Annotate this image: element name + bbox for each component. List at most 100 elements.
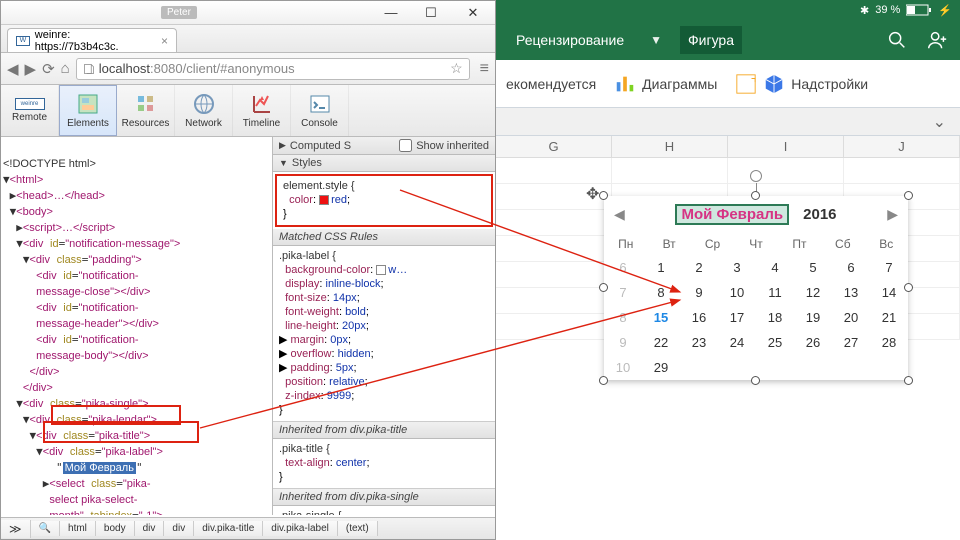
col-header[interactable]: G: [496, 136, 612, 157]
mobile-statusbar: ✱ 39 % ⚡: [496, 0, 960, 20]
resize-handle[interactable]: [751, 376, 760, 385]
search-icon[interactable]: [886, 29, 908, 51]
console-tab[interactable]: Console: [291, 85, 349, 136]
calendar-day[interactable]: 19: [794, 305, 832, 330]
group-addins[interactable]: Надстройки: [735, 73, 868, 95]
calendar-day[interactable]: 4: [756, 255, 794, 280]
crumb-item[interactable]: div: [164, 521, 194, 536]
calendar-day[interactable]: 18: [756, 305, 794, 330]
calendar-day[interactable]: 9: [604, 330, 642, 355]
calendar-day[interactable]: 2: [680, 255, 718, 280]
home-button[interactable]: ⌂: [61, 60, 70, 77]
day-name: Ср: [691, 233, 734, 255]
spreadsheet-grid[interactable]: G H I J ✥ ◀ Мой Февраль: [496, 136, 960, 540]
reload-button[interactable]: ⟳: [42, 60, 55, 78]
calendar-day[interactable]: 12: [794, 280, 832, 305]
breadcrumb[interactable]: ≫ 🔍 html body div div div.pika-title div…: [1, 517, 495, 539]
charging-icon: ⚡: [938, 4, 952, 17]
dom-tree[interactable]: <!DOCTYPE html> ▼<html> ▶<head>…</head> …: [1, 137, 273, 515]
calendar-widget[interactable]: ◀ Мой Февраль 2016 ▶ ПнВтСрЧтПтСбВс 6123…: [604, 196, 908, 380]
chevron-down-icon[interactable]: ▼: [650, 33, 662, 47]
formula-bar[interactable]: ⌄: [496, 108, 960, 136]
next-month-button[interactable]: ▶: [887, 206, 898, 223]
bluetooth-icon: ✱: [860, 4, 869, 17]
calendar-day[interactable]: 5: [794, 255, 832, 280]
calendar-day[interactable]: 27: [832, 330, 870, 355]
timeline-tab[interactable]: Timeline: [233, 85, 291, 136]
year-label[interactable]: 2016: [803, 206, 836, 223]
calendar-day[interactable]: 6: [832, 255, 870, 280]
calendar-day[interactable]: 11: [756, 280, 794, 305]
forward-button[interactable]: ▶: [25, 60, 37, 78]
calendar-day[interactable]: 28: [870, 330, 908, 355]
resize-handle[interactable]: [599, 376, 608, 385]
calendar-day[interactable]: 23: [680, 330, 718, 355]
move-handle-icon[interactable]: ✥: [586, 184, 599, 204]
resize-handle[interactable]: [904, 376, 913, 385]
crumb-item[interactable]: (text): [338, 521, 378, 536]
rotate-handle[interactable]: [750, 170, 762, 182]
group-recommended[interactable]: екомендуется: [506, 76, 596, 92]
calendar-day[interactable]: 17: [718, 305, 756, 330]
calendar-day[interactable]: 8: [604, 305, 642, 330]
network-tab[interactable]: Network: [175, 85, 233, 136]
calendar-day[interactable]: 20: [832, 305, 870, 330]
crumb-item[interactable]: body: [96, 521, 135, 536]
styles-pane[interactable]: ▶Computed SShow inherited ▼Styles elemen…: [273, 137, 495, 515]
chevron-down-icon[interactable]: ⌄: [933, 112, 946, 132]
month-label[interactable]: Мой Февраль: [675, 204, 789, 225]
selected-dom-text[interactable]: Мой Февраль: [63, 462, 136, 474]
bookmark-icon[interactable]: ☆: [450, 60, 463, 77]
url-input[interactable]: localhost:8080/client/#anonymous ☆: [76, 58, 470, 80]
addin-icon: [735, 73, 757, 95]
add-user-icon[interactable]: [926, 29, 948, 51]
tab-figure[interactable]: Фигура: [680, 26, 742, 54]
calendar-week: 815161718192021: [604, 305, 908, 330]
calendar-day[interactable]: 25: [756, 330, 794, 355]
day-name: Пт: [778, 233, 821, 255]
calendar-day[interactable]: 1: [642, 255, 680, 280]
calendar-day[interactable]: 7: [870, 255, 908, 280]
tab-close-icon[interactable]: ×: [161, 34, 168, 48]
crumb-item[interactable]: div: [135, 521, 165, 536]
calendar-day[interactable]: 14: [870, 280, 908, 305]
col-header[interactable]: J: [844, 136, 960, 157]
calendar-day[interactable]: 9: [680, 280, 718, 305]
calendar-day[interactable]: 22: [642, 330, 680, 355]
crumb-item[interactable]: html: [60, 521, 96, 536]
calendar-day[interactable]: 10: [604, 355, 642, 380]
calendar-day[interactable]: 26: [794, 330, 832, 355]
show-inherited-checkbox[interactable]: [399, 139, 412, 152]
weinre-icon: weinre: [15, 98, 45, 110]
crumb-item[interactable]: div.pika-title: [194, 521, 263, 536]
group-charts[interactable]: Диаграммы: [614, 73, 717, 95]
elements-tab[interactable]: Elements: [59, 85, 117, 136]
calendar-day[interactable]: 8: [642, 280, 680, 305]
crumb-item[interactable]: div.pika-label: [263, 521, 338, 536]
calendar-day[interactable]: 21: [870, 305, 908, 330]
crumb-item[interactable]: 🔍: [31, 521, 60, 536]
calendar-day[interactable]: 13: [832, 280, 870, 305]
calendar-day[interactable]: 24: [718, 330, 756, 355]
prev-month-button[interactable]: ◀: [614, 206, 625, 223]
menu-button[interactable]: ≡: [480, 60, 489, 78]
browser-tab[interactable]: W weinre: https://7b3b4c3c. ×: [7, 28, 177, 52]
calendar-day[interactable]: 15: [642, 305, 680, 330]
col-header[interactable]: I: [728, 136, 844, 157]
calendar-day[interactable]: 16: [680, 305, 718, 330]
resources-tab[interactable]: Resources: [117, 85, 175, 136]
tab-review[interactable]: Рецензирование: [508, 26, 632, 54]
nav-bar: ◀ ▶ ⟳ ⌂ localhost:8080/client/#anonymous…: [1, 53, 495, 85]
calendar-day[interactable]: 29: [642, 355, 680, 380]
close-button[interactable]: ✕: [451, 3, 495, 23]
resize-handle[interactable]: [599, 283, 608, 292]
remote-tab[interactable]: weinreRemote: [1, 85, 59, 136]
back-button[interactable]: ◀: [7, 60, 19, 78]
minimize-button[interactable]: —: [371, 3, 411, 23]
calendar-day[interactable]: 10: [718, 280, 756, 305]
resize-handle[interactable]: [904, 283, 913, 292]
maximize-button[interactable]: ☐: [411, 3, 451, 23]
crumb-item[interactable]: ≫: [1, 520, 31, 538]
col-header[interactable]: H: [612, 136, 728, 157]
calendar-day[interactable]: 3: [718, 255, 756, 280]
